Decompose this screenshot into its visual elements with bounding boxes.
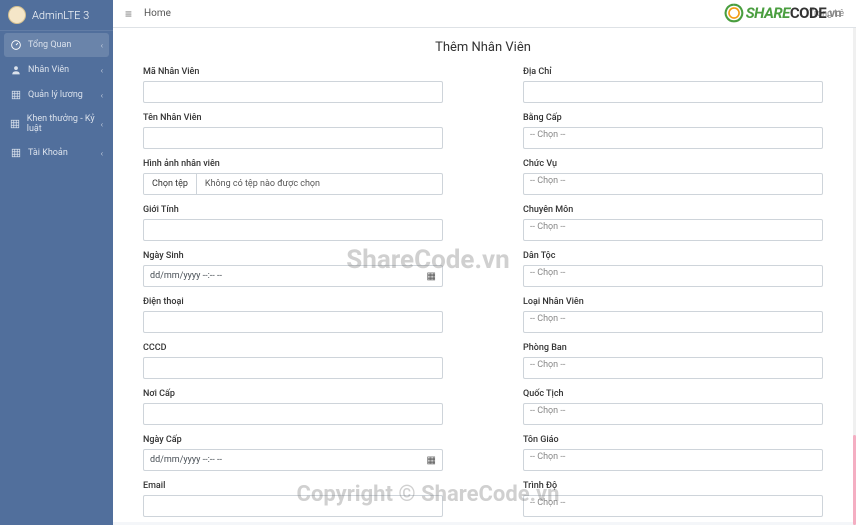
label-ngaycap: Ngày Cấp — [143, 435, 443, 445]
watermark-logo: SHARECODE.vn — [724, 3, 841, 23]
sidebar-item-nhanvien[interactable]: Nhân Viên ‹ — [4, 58, 109, 82]
select-quoctich[interactable]: -- Chọn -- — [523, 403, 823, 425]
label-hinhanh: Hình ảnh nhân viên — [143, 159, 443, 169]
sidebar-item-tongquan[interactable]: Tổng Quan ‹ — [4, 33, 109, 57]
dashboard-icon — [10, 39, 22, 51]
sidebar: AdminLTE 3 Tổng Quan ‹ Nhân Viên ‹ Quản … — [0, 0, 113, 525]
page-title: Thêm Nhân Viên — [143, 40, 823, 55]
grid-icon — [10, 118, 21, 130]
label-chuyenmon: Chuyên Môn — [523, 205, 823, 215]
sidebar-item-label: Nhân Viên — [28, 65, 69, 75]
input-gioitinh[interactable] — [143, 219, 443, 241]
calendar-icon: ▦ — [427, 271, 436, 282]
label-loainv: Loại Nhân Viên — [523, 297, 823, 307]
select-dantoc[interactable]: -- Chọn -- — [523, 265, 823, 287]
label-diachi: Địa Chỉ — [523, 67, 823, 77]
input-tennv[interactable] — [143, 127, 443, 149]
label-email: Email — [143, 481, 443, 491]
label-bangcap: Bằng Cấp — [523, 113, 823, 123]
date-placeholder: dd/mm/yyyy --:-- -- — [150, 271, 222, 281]
sidebar-item-khenthuong[interactable]: Khen thưởng - Kỷ luật ‹ — [4, 108, 109, 140]
grid-icon — [10, 89, 22, 101]
label-phongban: Phòng Ban — [523, 343, 823, 353]
select-bangcap[interactable]: -- Chọn -- — [523, 127, 823, 149]
select-trinhdo[interactable]: -- Chọn -- — [523, 495, 823, 517]
form-col-right: Địa Chỉ Bằng Cấp -- Chọn -- Chức Vụ -- C… — [523, 67, 823, 522]
sidebar-item-label: Khen thưởng - Kỷ luật — [27, 114, 103, 134]
employee-form: Mã Nhân Viên Tên Nhân Viên Hình ảnh nhân… — [143, 67, 823, 522]
swirl-icon — [724, 3, 744, 23]
input-ngaycap[interactable]: dd/mm/yyyy --:-- -- ▦ — [143, 449, 443, 471]
label-cccd: CCCD — [143, 343, 443, 353]
input-ngaysinh[interactable]: dd/mm/yyyy --:-- -- ▦ — [143, 265, 443, 287]
label-noicap: Nơi Cấp — [143, 389, 443, 399]
input-diachi[interactable] — [523, 81, 823, 103]
label-trinhdo: Trình Độ — [523, 481, 823, 491]
user-icon — [10, 64, 22, 76]
label-quoctich: Quốc Tịch — [523, 389, 823, 399]
label-dienthoai: Điện thoại — [143, 297, 443, 307]
chevron-left-icon: ‹ — [101, 91, 103, 100]
label-tongiao: Tôn Giáo — [523, 435, 823, 445]
select-phongban[interactable]: -- Chọn -- — [523, 357, 823, 379]
chevron-left-icon: ‹ — [101, 120, 103, 129]
input-cccd[interactable] — [143, 357, 443, 379]
select-chucvu[interactable]: -- Chọn -- — [523, 173, 823, 195]
chevron-left-icon: ‹ — [101, 149, 103, 158]
breadcrumb-home[interactable]: Home — [144, 8, 171, 19]
brand-logo — [8, 6, 26, 24]
input-noicap[interactable] — [143, 403, 443, 425]
label-gioitinh: Giới Tính — [143, 205, 443, 215]
sidebar-nav: Tổng Quan ‹ Nhân Viên ‹ Quản lý lương ‹ … — [0, 31, 113, 168]
sidebar-item-label: Tổng Quan — [28, 40, 71, 50]
input-manv[interactable] — [143, 81, 443, 103]
chevron-left-icon: ‹ — [101, 41, 103, 50]
sidebar-item-taikhoan[interactable]: Tài Khoản ‹ — [4, 141, 109, 165]
label-tennv: Tên Nhân Viên — [143, 113, 443, 123]
label-manv: Mã Nhân Viên — [143, 67, 443, 77]
chevron-left-icon: ‹ — [101, 66, 103, 75]
sidebar-item-label: Quản lý lương — [28, 90, 83, 100]
sidebar-item-label: Tài Khoản — [28, 148, 68, 158]
main-content: Thêm Nhân Viên Mã Nhân Viên Tên Nhân Viê… — [113, 28, 853, 522]
calendar-icon: ▦ — [427, 455, 436, 466]
form-col-left: Mã Nhân Viên Tên Nhân Viên Hình ảnh nhân… — [143, 67, 443, 522]
file-placeholder: Không có tệp nào được chọn — [197, 179, 328, 189]
input-email[interactable] — [143, 495, 443, 517]
select-loainv[interactable]: -- Chọn -- — [523, 311, 823, 333]
date-placeholder: dd/mm/yyyy --:-- -- — [150, 455, 222, 465]
sidebar-item-luong[interactable]: Quản lý lương ‹ — [4, 83, 109, 107]
label-dantoc: Dân Tộc — [523, 251, 823, 261]
brand-name: AdminLTE 3 — [32, 9, 89, 22]
brand[interactable]: AdminLTE 3 — [0, 0, 113, 31]
label-chucvu: Chức Vụ — [523, 159, 823, 169]
select-chuyenmon[interactable]: -- Chọn -- — [523, 219, 823, 241]
file-choose-button[interactable]: Chọn tệp — [144, 174, 197, 194]
grid-icon — [10, 147, 22, 159]
menu-toggle-icon[interactable]: ≡ — [125, 7, 132, 21]
select-tongiao[interactable]: -- Chọn -- — [523, 449, 823, 471]
label-ngaysinh: Ngày Sinh — [143, 251, 443, 261]
input-dienthoai[interactable] — [143, 311, 443, 333]
input-hinhanh[interactable]: Chọn tệp Không có tệp nào được chọn — [143, 173, 443, 195]
